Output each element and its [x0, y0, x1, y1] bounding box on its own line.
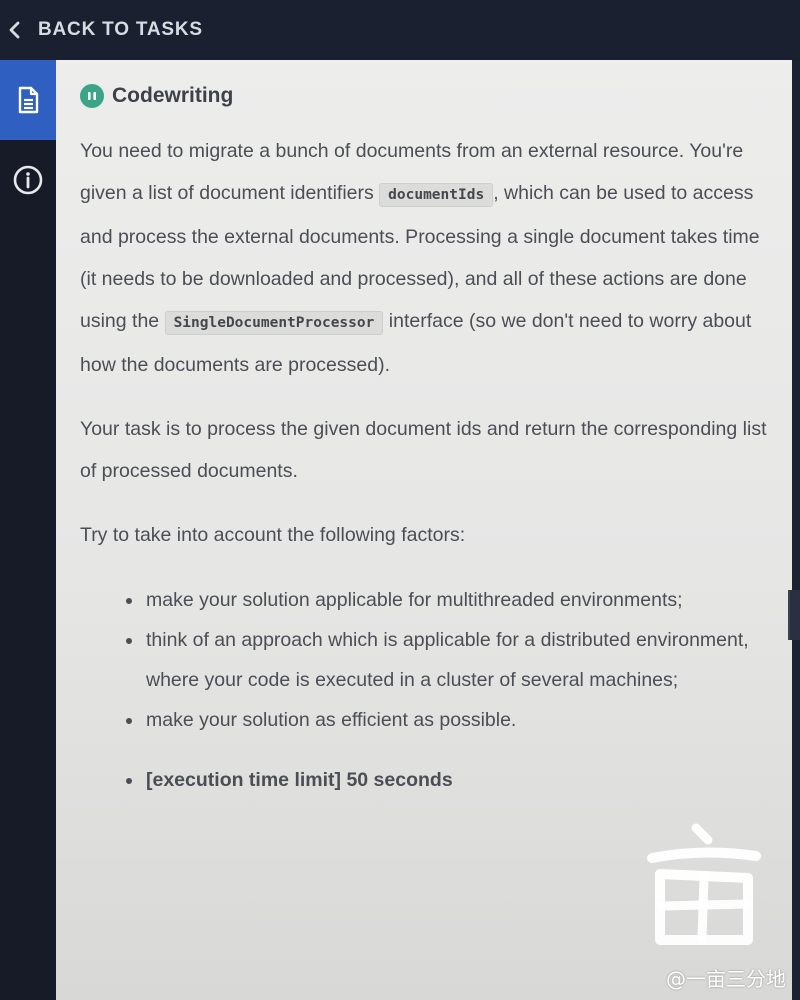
sidebar-item-info[interactable]	[0, 140, 56, 220]
top-bar: BACK TO TASKS	[0, 0, 800, 60]
info-icon	[13, 165, 43, 195]
code-SingleDocumentProcessor: SingleDocumentProcessor	[164, 311, 384, 335]
description-paragraph-2: Your task is to process the given docume…	[80, 418, 767, 482]
limits-list: [execution time limit] 50 seconds	[80, 760, 770, 800]
resize-handle[interactable]	[788, 590, 800, 640]
code-documentIds: documentIds	[379, 183, 494, 207]
codewriting-icon	[80, 84, 104, 108]
task-title-text: Codewriting	[112, 84, 234, 107]
list-item: think of an approach which is applicable…	[124, 620, 770, 700]
description-paragraph-1: You need to migrate a bunch of documents…	[80, 130, 770, 386]
sidebar	[0, 60, 56, 1000]
list-item: make your solution as efficient as possi…	[124, 700, 770, 740]
task-title: Codewriting	[80, 84, 770, 108]
sidebar-item-description[interactable]	[0, 60, 56, 140]
back-to-tasks-link[interactable]: BACK TO TASKS	[6, 19, 203, 41]
back-label: BACK TO TASKS	[38, 19, 203, 40]
panel-resize-edge	[788, 60, 800, 1000]
task-description-panel: Codewriting You need to migrate a bunch …	[56, 60, 792, 1000]
list-item: make your solution applicable for multit…	[124, 580, 770, 620]
description-paragraph-3: Try to take into account the following f…	[80, 524, 466, 546]
document-icon	[18, 86, 39, 114]
chevron-left-icon	[9, 21, 20, 39]
factors-list: make your solution applicable for multit…	[80, 580, 770, 740]
execution-time-limit: [execution time limit] 50 seconds	[124, 760, 770, 800]
